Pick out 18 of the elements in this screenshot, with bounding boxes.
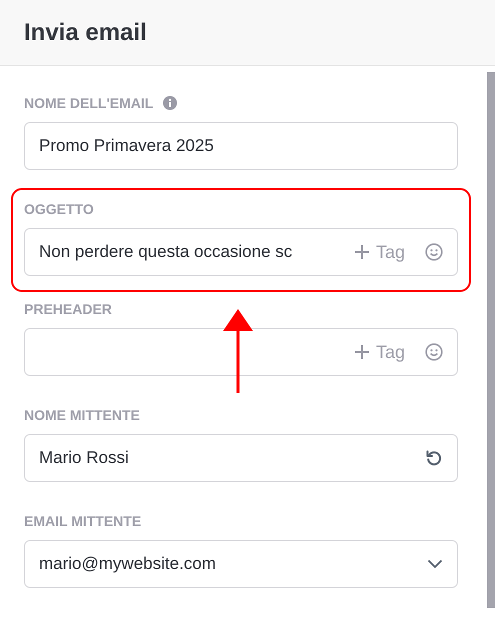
field-label: PREHEADER bbox=[24, 301, 112, 317]
field-label: EMAIL MITTENTE bbox=[24, 513, 142, 529]
field-label: NOME MITTENTE bbox=[24, 407, 140, 423]
scrollbar[interactable] bbox=[487, 72, 495, 608]
input-field[interactable]: Promo Primavera 2025 bbox=[24, 122, 458, 170]
select-field[interactable]: mario@mywebsite.com bbox=[24, 540, 458, 588]
panel-title: Invia email bbox=[24, 18, 147, 46]
plus-icon bbox=[354, 245, 369, 259]
reset-icon[interactable] bbox=[425, 449, 443, 467]
emoji-icon[interactable] bbox=[425, 343, 443, 361]
field-label: NOME DELL'EMAIL bbox=[24, 95, 154, 111]
input-field[interactable]: Mario Rossi bbox=[24, 434, 458, 482]
input-field[interactable]: Non perdere questa occasione sc Tag bbox=[24, 228, 458, 276]
field-label: OGGETTO bbox=[24, 201, 94, 217]
chevron-down-icon[interactable] bbox=[427, 559, 443, 569]
info-icon[interactable] bbox=[163, 96, 178, 110]
plus-icon bbox=[354, 345, 369, 359]
emoji-icon[interactable] bbox=[425, 243, 443, 261]
